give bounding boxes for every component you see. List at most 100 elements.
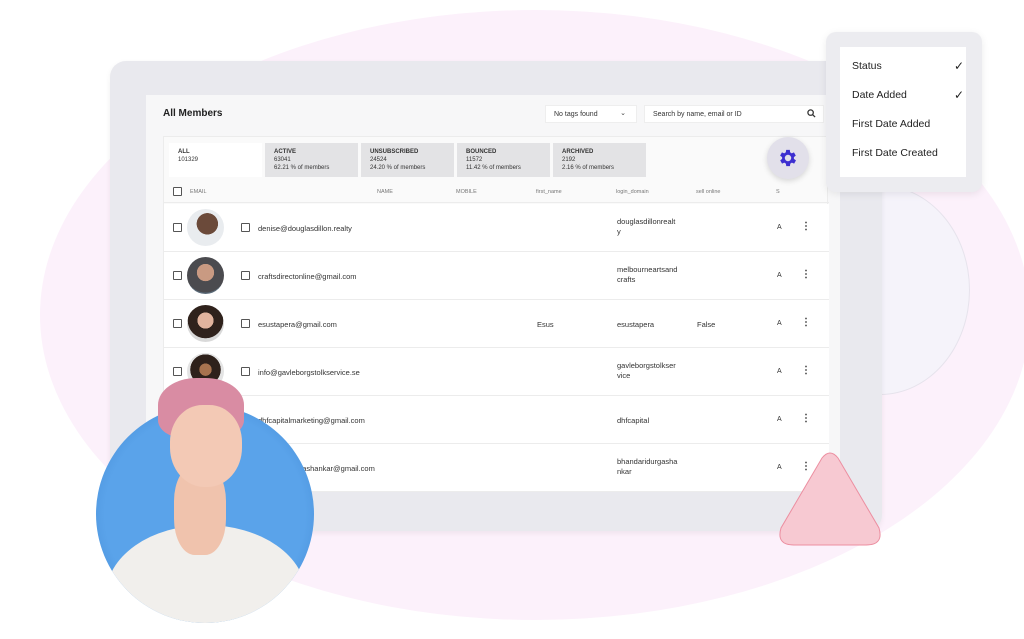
gear-icon	[780, 149, 796, 167]
login-domain-line1: dhfcapital	[617, 416, 650, 425]
tab-percent: 62.21 % of members	[274, 165, 330, 171]
menu-item-first-date-added[interactable]: First Date Added	[852, 118, 960, 130]
tab-active[interactable]: ACTIVE 63041 62.21 % of members	[265, 143, 358, 177]
avatar	[187, 209, 224, 246]
table-row[interactable]: esustapera@gmail.com Esus esustapera Fal…	[164, 300, 829, 348]
email-cell: craftsdirectonline@gmail.com	[258, 272, 357, 281]
login-domain-cell: melbourneartsand crafts	[617, 265, 692, 285]
search-icon[interactable]	[807, 109, 816, 120]
status-cell: A	[777, 416, 782, 423]
row-checkbox[interactable]	[173, 223, 182, 232]
row-checkbox-secondary[interactable]	[241, 367, 250, 376]
menu-item-label: First Date Created	[852, 147, 938, 159]
row-checkbox-secondary[interactable]	[241, 319, 250, 328]
row-checkbox[interactable]	[173, 367, 182, 376]
status-cell: A	[777, 320, 782, 327]
more-options-icon[interactable]: ⋮	[801, 221, 811, 232]
row-checkbox[interactable]	[173, 271, 182, 280]
more-options-icon[interactable]: ⋮	[801, 365, 811, 376]
menu-item-label: Date Added	[852, 89, 907, 101]
tab-percent: 11.42 % of members	[466, 165, 521, 171]
login-domain-cell: dhfcapital	[617, 416, 692, 426]
login-domain-line1: melbourneartsand	[617, 265, 678, 274]
login-domain-line2: y	[617, 227, 621, 236]
menu-item-label: First Date Added	[852, 118, 931, 130]
tab-count: 101329	[178, 157, 199, 163]
tab-percent: 2.16 % of members	[562, 165, 615, 171]
tab-unsubscribed[interactable]: UNSUBSCRIBED 24524 24.20 % of members	[361, 143, 454, 177]
tags-select[interactable]: No tags found ⌄	[545, 105, 637, 123]
sell-online-cell: False	[697, 320, 716, 329]
column-header-mobile[interactable]: MOBILE	[456, 189, 477, 195]
login-domain-line1: gavleborgstolkser	[617, 361, 676, 370]
check-icon: ✓	[953, 59, 964, 73]
more-options-icon[interactable]: ⋮	[801, 317, 811, 328]
login-domain-cell: bhandaridurgasha nkar	[617, 457, 692, 477]
triangle-decoration	[779, 452, 881, 546]
email-cell: denise@douglasdillon.realty	[258, 224, 352, 233]
column-menu-list: Status ✓ Date Added ✓ First Date Added F…	[840, 47, 966, 177]
table-row[interactable]: craftsdirectonline@gmail.com melbournear…	[164, 252, 829, 300]
chevron-down-icon: ⌄	[620, 110, 626, 117]
login-domain-cell: douglasdillonrealt y	[617, 217, 692, 237]
tab-label: ACTIVE	[274, 149, 297, 155]
menu-item-status[interactable]: Status ✓	[852, 59, 964, 73]
tab-label: ALL	[178, 149, 190, 155]
portrait-face	[170, 405, 242, 487]
menu-item-label: Status	[852, 60, 882, 72]
email-cell: esustapera@gmail.com	[258, 320, 337, 329]
tab-bounced[interactable]: BOUNCED 11572 11.42 % of members	[457, 143, 550, 177]
column-header-login-domain[interactable]: login_domain	[616, 189, 649, 195]
status-cell: A	[777, 272, 782, 279]
column-settings-button[interactable]	[767, 137, 809, 179]
login-domain-line1: esustapera	[617, 320, 655, 329]
table-header: EMAIL NAME MOBILE first_name login_domai…	[164, 181, 829, 203]
page-title: All Members	[163, 108, 223, 119]
column-header-email[interactable]: EMAIL	[190, 189, 207, 195]
tab-count: 2192	[562, 157, 576, 163]
row-checkbox-secondary[interactable]	[241, 223, 250, 232]
first-name-cell: Esus	[537, 320, 554, 329]
column-header-name[interactable]: NAME	[377, 189, 393, 195]
avatar	[187, 305, 224, 342]
tab-count: 63041	[274, 157, 291, 163]
tab-count: 24524	[370, 157, 387, 163]
tags-select-value: No tags found	[554, 110, 598, 118]
login-domain-line1: douglasdillonrealt	[617, 217, 676, 226]
column-visibility-menu: Status ✓ Date Added ✓ First Date Added F…	[826, 32, 982, 192]
search-placeholder: Search by name, email or ID	[653, 110, 742, 118]
more-options-icon[interactable]: ⋮	[801, 413, 811, 424]
tab-all[interactable]: ALL 101329	[169, 143, 262, 177]
tab-count: 11572	[466, 157, 483, 163]
table-row[interactable]: denise@douglasdillon.realty douglasdillo…	[164, 204, 829, 252]
select-all-checkbox[interactable]	[173, 187, 182, 196]
search-input[interactable]: Search by name, email or ID	[644, 105, 824, 123]
login-domain-cell: gavleborgstolkser vice	[617, 361, 692, 381]
email-cell: info@gavleborgstolkservice.se	[258, 368, 360, 377]
column-header-sell-online[interactable]: sell online	[696, 189, 720, 195]
status-cell: A	[777, 224, 782, 231]
row-checkbox[interactable]	[173, 319, 182, 328]
avatar	[187, 257, 224, 294]
menu-item-date-added[interactable]: Date Added ✓	[852, 88, 964, 102]
tab-label: BOUNCED	[466, 149, 497, 155]
tab-archived[interactable]: ARCHIVED 2192 2.16 % of members	[553, 143, 646, 177]
row-checkbox-secondary[interactable]	[241, 271, 250, 280]
login-domain-line2: crafts	[617, 275, 636, 284]
login-domain-line2: vice	[617, 371, 631, 380]
tab-label: ARCHIVED	[562, 149, 594, 155]
login-domain-line2: nkar	[617, 467, 632, 476]
table-row[interactable]: info@gavleborgstolkservice.se gavleborgs…	[164, 348, 829, 396]
login-domain-cell: esustapera	[617, 320, 692, 330]
menu-item-first-date-created[interactable]: First Date Created	[852, 147, 960, 159]
more-options-icon[interactable]: ⋮	[801, 269, 811, 280]
status-cell: A	[777, 368, 782, 375]
email-cell: dhfcapitalmarketing@gmail.com	[258, 416, 365, 425]
login-domain-line1: bhandaridurgasha	[617, 457, 678, 466]
check-icon: ✓	[953, 88, 964, 102]
tab-percent: 24.20 % of members	[370, 165, 426, 171]
column-header-first-name[interactable]: first_name	[536, 189, 562, 195]
column-header-s[interactable]: S	[776, 189, 780, 195]
tab-label: UNSUBSCRIBED	[370, 149, 419, 155]
status-tabs: ALL 101329 ACTIVE 63041 62.21 % of membe…	[169, 143, 646, 177]
